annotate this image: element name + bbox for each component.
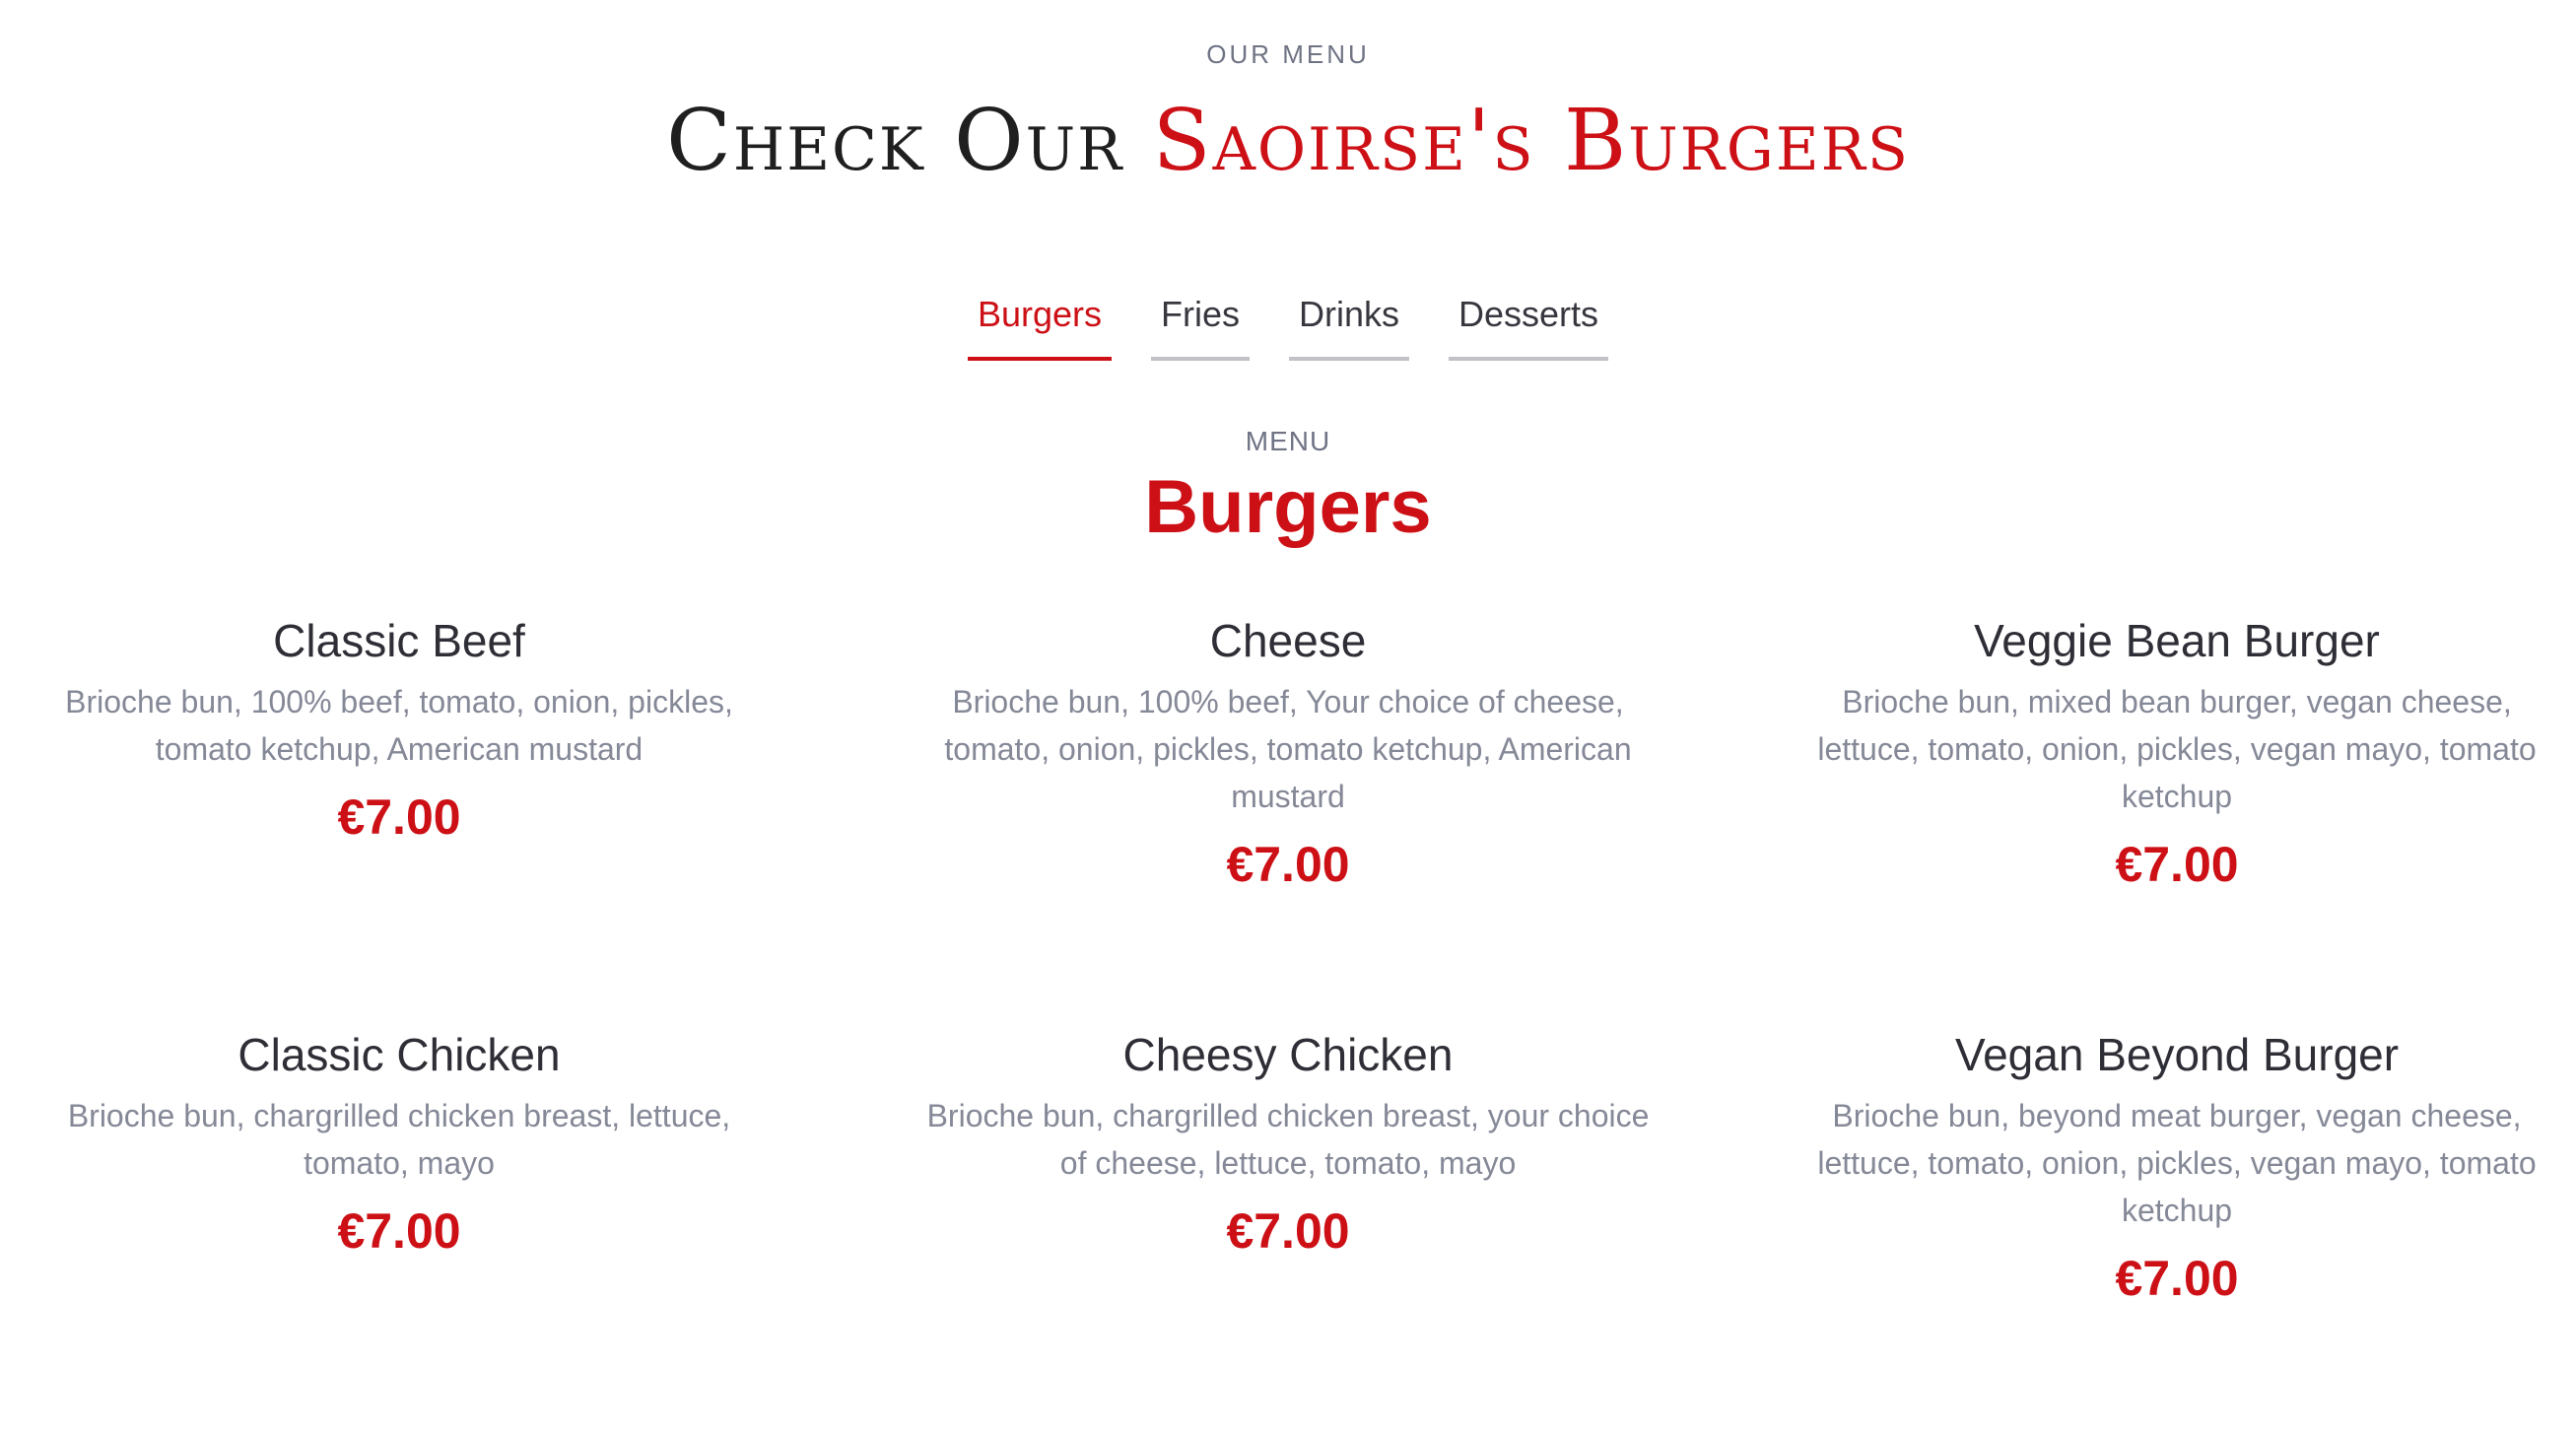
menu-item-description: Brioche bun, chargrilled chicken breast,…: [926, 1098, 1650, 1181]
menu-item-price: €7.00: [337, 789, 461, 845]
menu-item-name: Cheesy Chicken: [1122, 1029, 1454, 1080]
section-title: Burgers: [1144, 465, 1432, 549]
menu-item-name: Vegan Beyond Burger: [1954, 1029, 2400, 1080]
page-title-accent: Saoirse's Burgers: [1152, 92, 1910, 190]
tab-desserts[interactable]: Desserts: [1449, 284, 1609, 361]
page-title: Check Our Saoirse's Burgers: [0, 87, 2576, 195]
menu-item-price: €7.00: [1226, 1203, 1350, 1259]
tab-fries[interactable]: Fries: [1151, 284, 1250, 361]
menu-item: Classic Chicken Brioche bun, chargrilled…: [24, 1025, 775, 1439]
menu-item-description: Brioche bun, mixed bean burger, vegan ch…: [1817, 684, 2537, 814]
menu-item: Classic Beef Brioche bun, 100% beef, tom…: [24, 611, 775, 1025]
menu-item-price: €7.00: [2115, 837, 2239, 892]
menu-item: Cheese Brioche bun, 100% beef, Your choi…: [913, 611, 1663, 1025]
menu-item: Vegan Beyond Burger Brioche bun, beyond …: [1801, 1025, 2552, 1439]
menu-item-description: Brioche bun, 100% beef, tomato, onion, p…: [65, 684, 733, 767]
menu-item-description: Brioche bun, beyond meat burger, vegan c…: [1817, 1098, 2537, 1228]
menu-item-price: €7.00: [2115, 1251, 2239, 1306]
menu-eyebrow: OUR MENU: [1206, 39, 1370, 69]
menu-item-name: Classic Chicken: [237, 1029, 561, 1080]
menu-item-description: Brioche bun, 100% beef, Your choice of c…: [944, 684, 1632, 814]
tab-burgers[interactable]: Burgers: [967, 284, 1112, 361]
section-eyebrow: MENU: [1245, 426, 1331, 456]
menu-item: Veggie Bean Burger Brioche bun, mixed be…: [1801, 611, 2552, 1025]
menu-item-price: €7.00: [337, 1203, 461, 1259]
menu-item-name: Veggie Bean Burger: [1974, 615, 2380, 666]
menu-tabs: Burgers Fries Drinks Desserts: [0, 284, 2576, 361]
tab-drinks[interactable]: Drinks: [1289, 284, 1410, 361]
menu-items-grid: Classic Beef Brioche bun, 100% beef, tom…: [24, 611, 2552, 1439]
menu-item-description: Brioche bun, chargrilled chicken breast,…: [67, 1098, 731, 1181]
page-title-prefix: Check Our: [666, 92, 1124, 190]
menu-page: OUR MENU Check Our Saoirse's Burgers Bur…: [0, 0, 2576, 1404]
menu-item-name: Classic Beef: [273, 615, 525, 666]
menu-item-price: €7.00: [1226, 837, 1350, 892]
menu-item: Cheesy Chicken Brioche bun, chargrilled …: [913, 1025, 1663, 1439]
menu-item-name: Cheese: [1209, 615, 1367, 666]
